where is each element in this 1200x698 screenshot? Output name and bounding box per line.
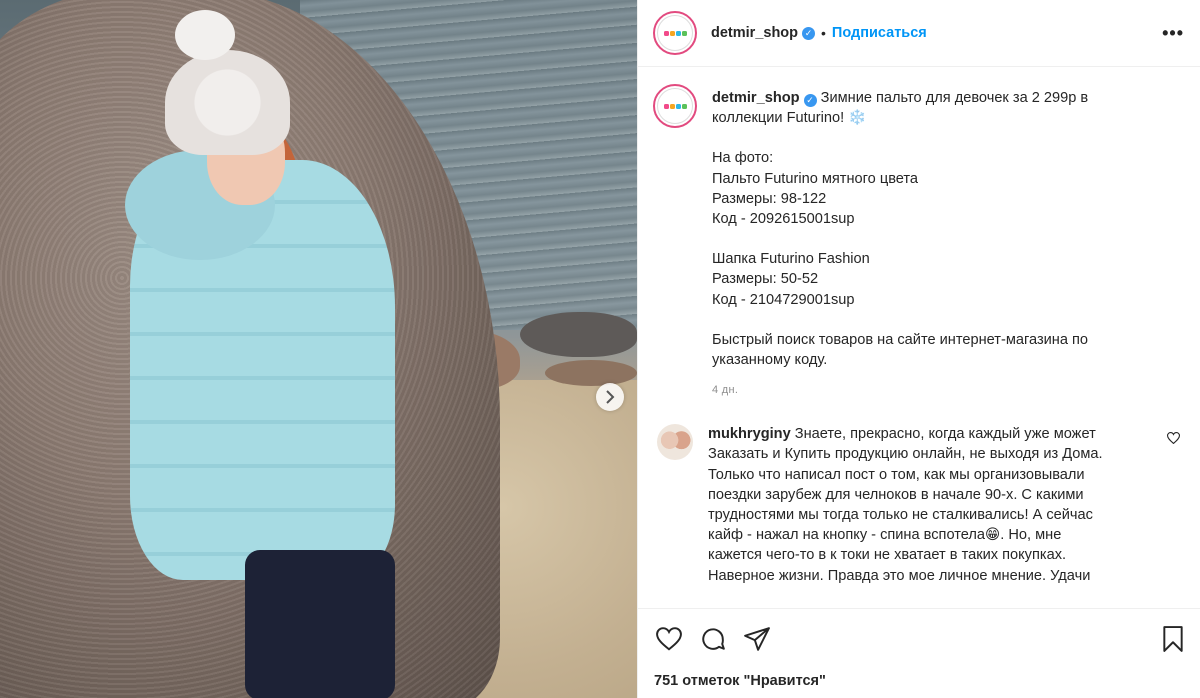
knit-hat [165, 50, 290, 155]
comment-item: mukhryginy Знаете, прекрасно, когда кажд… [653, 424, 1184, 586]
post-caption: detmir_shop ✓ Зимние пальто для девочек з… [712, 88, 1132, 370]
comment-line: Только что написал пост о том, как мы ор… [708, 466, 1085, 483]
girl-figure [125, 10, 425, 698]
comments-scroll-area[interactable]: detmir_shop ✓ Зимние пальто для девочек з… [638, 68, 1200, 608]
caption-line: На фото: [712, 150, 774, 167]
comment-line: кажется чего-то в к токи не хватает в та… [708, 547, 1067, 564]
post-actions-bar: 751 отметок "Нравится" [638, 608, 1200, 698]
comment-line: Наверное жизни. Правда это мое личное мн… [708, 567, 1091, 584]
caption-line: указанному коду. [712, 352, 828, 369]
comment-line: поездки зарубеж для челноков в начале 90… [708, 486, 1084, 503]
post-header: detmir_shop ✓ • Подписаться ••• [638, 0, 1200, 67]
comment-text: mukhryginy Знаете, прекрасно, когда кажд… [708, 424, 1138, 586]
heart-icon[interactable] [656, 627, 682, 651]
post-side-panel: detmir_shop ✓ • Подписаться ••• detmir_s… [637, 0, 1200, 698]
caption-line: Шапка Futurino Fashion [712, 251, 870, 268]
likes-count[interactable]: 751 отметок "Нравится" [654, 673, 1184, 689]
hat-pompom [175, 10, 235, 60]
caption-line: Пальто Futurino мятного цвета [712, 170, 919, 187]
comment-line: кайф - нажал на кнопку - спина вспотела😁… [708, 527, 1062, 544]
comment-line: трудностями мы тогда только не сталкивал… [708, 507, 1093, 524]
legs [245, 550, 395, 698]
separator-dot: • [821, 25, 826, 41]
comment-bubble-icon[interactable] [700, 626, 726, 652]
post-timestamp[interactable]: 4 дн. [712, 384, 1132, 396]
brand-logo [657, 15, 693, 51]
brand-logo [657, 88, 693, 124]
post-photo[interactable] [0, 0, 637, 698]
caption-line: Размеры: 98-122 [712, 190, 827, 207]
comment-line: Заказать и Купить продукцию онлайн, не в… [708, 446, 1103, 463]
stone [545, 360, 637, 386]
verified-badge-icon: ✓ [802, 26, 816, 40]
commenter-username[interactable]: mukhryginy [708, 426, 791, 442]
paper-plane-icon[interactable] [744, 627, 770, 651]
more-options-button[interactable]: ••• [1162, 23, 1184, 44]
profile-avatar[interactable] [653, 11, 697, 55]
caption-avatar[interactable] [653, 84, 697, 128]
commenter-avatar[interactable] [657, 424, 693, 461]
comment-like-heart-icon[interactable] [1167, 432, 1180, 445]
caption-row: detmir_shop ✓ Зимние пальто для девочек з… [653, 84, 1184, 396]
caption-line: detmir_shop ✓ Зимние пальто для девочек з… [712, 90, 1089, 107]
follow-button[interactable]: Подписаться [832, 25, 927, 41]
bookmark-icon[interactable] [1162, 626, 1184, 652]
verified-badge-icon: ✓ [803, 93, 817, 107]
caption-username[interactable]: detmir_shop [712, 90, 800, 106]
caption-line: Размеры: 50-52 [712, 271, 819, 288]
caption-line: Код - 2092615001sup [712, 211, 855, 228]
caption-line: Код - 2104729001sup [712, 291, 855, 308]
caption-line: Быстрый поиск товаров на сайте интернет-… [712, 331, 1089, 348]
caption-line: коллекции Futurino! ❄️ [712, 110, 867, 127]
header-username[interactable]: detmir_shop [711, 25, 798, 41]
stone [520, 312, 637, 357]
next-photo-button[interactable] [596, 383, 624, 411]
chevron-right-icon [605, 390, 615, 404]
